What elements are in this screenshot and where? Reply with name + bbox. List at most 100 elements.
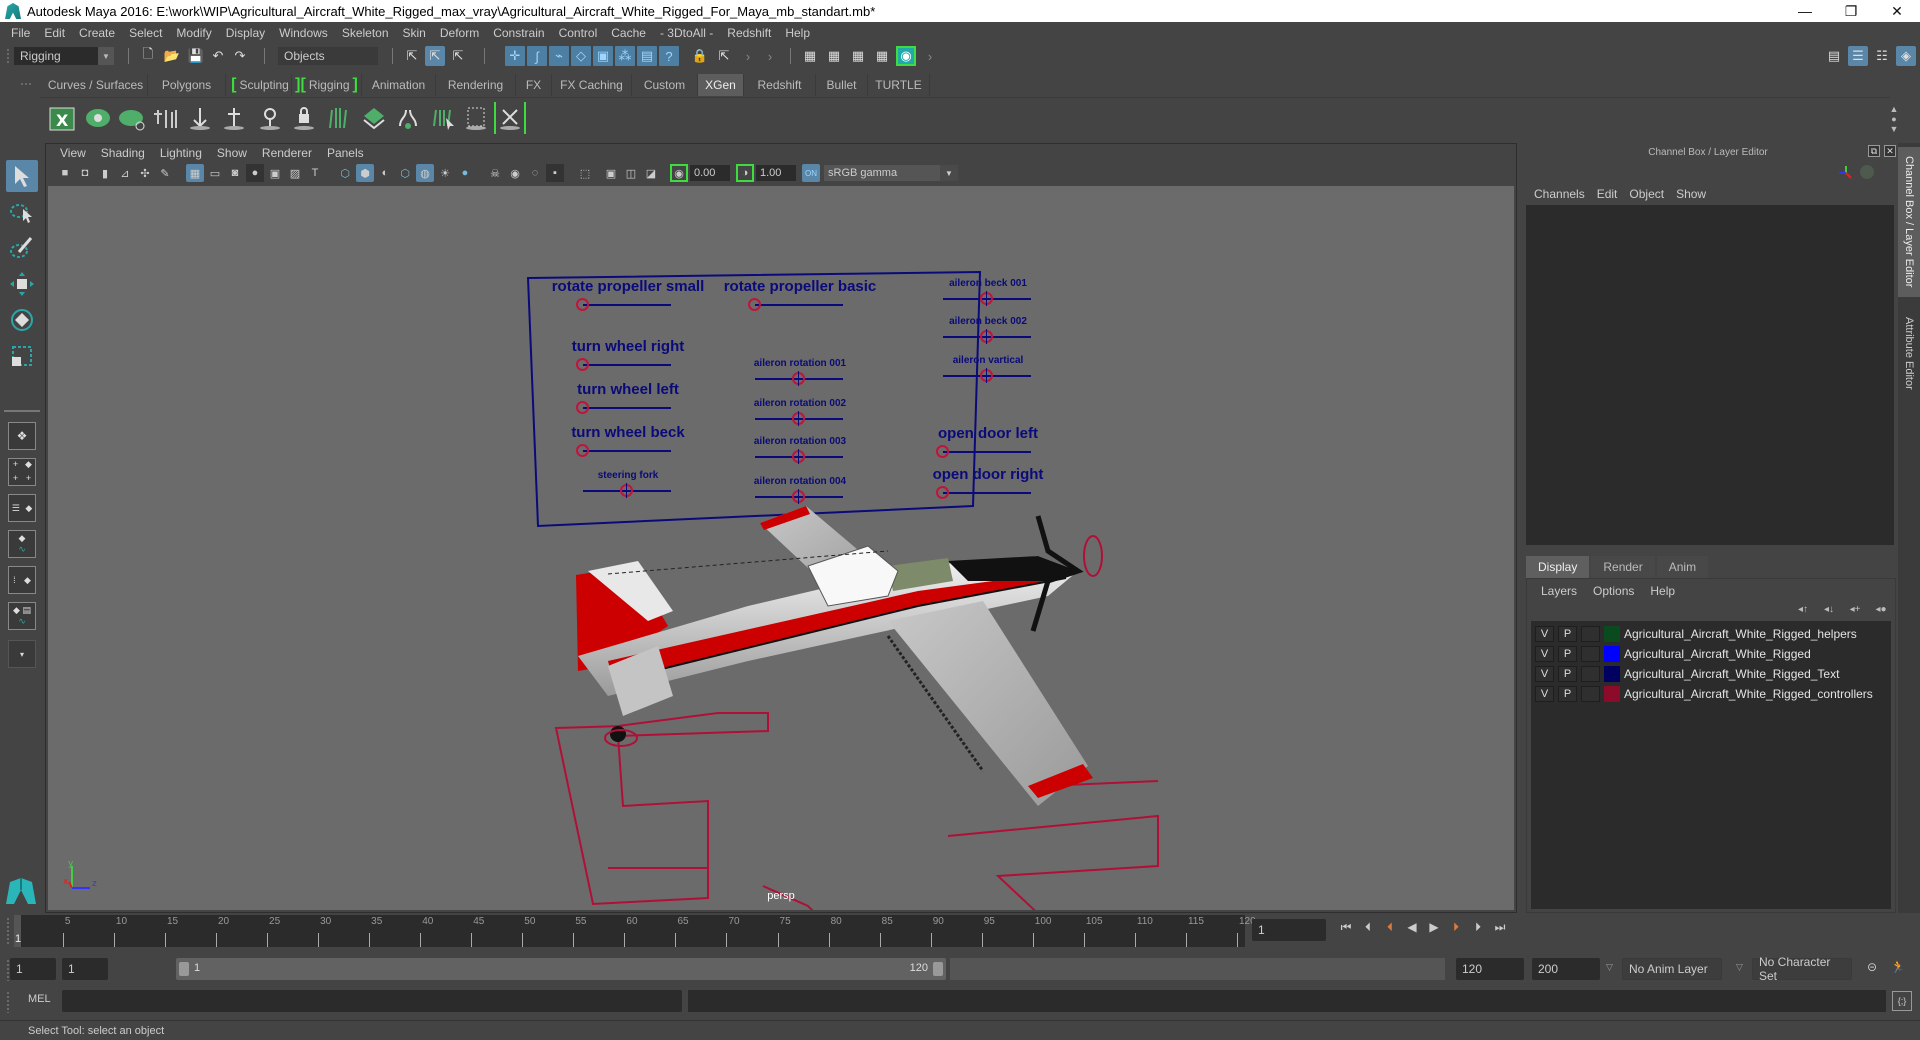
paint-select-tool-icon[interactable] [6,232,38,264]
move-tool-icon[interactable] [6,268,38,300]
layer-color-swatch[interactable] [1604,646,1620,662]
hypershade-icon[interactable]: ◉ [896,46,916,66]
layer-name[interactable]: Agricultural_Aircraft_White_Rigged_contr… [1624,687,1873,701]
film-gate-icon[interactable]: ▭ [206,164,224,182]
snap-vertex-icon[interactable]: ⁂ [615,46,635,66]
xgen-sculpt-guides-icon[interactable] [392,102,424,134]
play-backwards-icon[interactable]: ◀ [1402,917,1422,937]
camera-attributes-icon[interactable]: ◘ [76,164,94,182]
new-scene-icon[interactable]: 🗋 [138,46,158,66]
viewport-menu-lighting[interactable]: Lighting [154,146,211,160]
two-d-pan-zoom-icon[interactable]: ✣ [136,164,154,182]
viewport-menu-panels[interactable]: Panels [321,146,373,160]
xgen-guide-visibility-icon[interactable] [254,102,286,134]
layer-color-swatch[interactable] [1604,686,1620,702]
menuset-dropdown[interactable]: Rigging ▼ [14,47,114,65]
go-to-end-icon[interactable]: ⏭ [1490,917,1510,937]
viewport-menu-renderer[interactable]: Renderer [256,146,321,160]
layer-visibility-toggle[interactable]: V [1535,686,1554,702]
snap-point-icon[interactable]: ⌁ [549,46,569,66]
xgen-guide-bounds-icon[interactable] [460,102,492,134]
safe-title-icon[interactable]: T [306,164,324,182]
time-slider-grip[interactable] [6,917,10,945]
viewport-3d-canvas[interactable]: rotate propeller small turn wheel right tu… [48,186,1514,910]
range-end-handle[interactable] [933,962,943,976]
step-back-frame-icon[interactable]: ⏴ [1358,917,1378,937]
auto-key-icon[interactable]: ⊝ [1862,957,1882,977]
layer-name[interactable]: Agricultural_Aircraft_White_Rigged [1624,647,1811,661]
menu-edit[interactable]: Edit [37,26,72,40]
channel-box-menu-edit[interactable]: Edit [1593,187,1626,201]
step-forward-key-icon[interactable]: ⏵ [1446,917,1466,937]
shadows-icon[interactable]: ● [456,164,474,182]
backface-culling-icon[interactable]: ◪ [642,164,660,182]
safe-action-icon[interactable]: ▨ [286,164,304,182]
shelf-tab-rigging[interactable]: ][Rigging] [292,74,362,96]
manipulator-axis-icon[interactable] [1838,165,1854,181]
xray-joints-icon[interactable]: ▣ [602,164,620,182]
ipr-render-icon[interactable]: ▦ [848,46,868,66]
xgen-create-description-icon[interactable] [82,102,114,134]
motion-blur-icon[interactable]: ◉ [506,164,524,182]
chevron-down-icon[interactable]: ▽ [1606,962,1613,973]
menu-display[interactable]: Display [219,26,272,40]
expand-arrow-icon[interactable]: › [920,46,940,66]
layer-tab-anim[interactable]: Anim [1656,556,1709,578]
wireframe-icon[interactable]: ⬡ [336,164,354,182]
menu-cache[interactable]: Cache [604,26,653,40]
menu-control[interactable]: Control [552,26,605,40]
layer-menu-help[interactable]: Help [1642,584,1683,598]
shelf-tab-rendering[interactable]: Rendering [436,74,516,96]
current-frame-marker[interactable]: 1 [14,915,21,947]
render-sequence-icon[interactable]: ▦ [824,46,844,66]
chevron-down-icon[interactable]: ▽ [1736,962,1743,973]
render-frame-icon[interactable]: ▦ [800,46,820,66]
select-tool-icon[interactable] [6,160,38,192]
expand-arrow-icon[interactable]: › [760,46,780,66]
xgen-select-guides-icon[interactable] [426,102,458,134]
smooth-shade-icon[interactable]: ⬢ [356,164,374,182]
time-slider[interactable]: 1 5 10 15 20 25 30 35 40 45 50 55 60 65 70 75 80 85 90 95 1… [14,915,1256,947]
layer-tab-render[interactable]: Render [1591,556,1655,578]
propeller-controller[interactable] [1083,535,1103,577]
channel-box-menu-object[interactable]: Object [1625,187,1672,201]
script-editor-icon[interactable]: {;} [1892,991,1912,1011]
layer-tab-display[interactable]: Display [1526,556,1590,578]
layer-row[interactable]: V P Agricultural_Aircraft_White_Rigged_h… [1535,625,1857,643]
shelf-tab-curves-surfaces[interactable]: Curves / Surfaces [44,74,148,96]
close-panel-icon[interactable]: ✕ [1884,145,1896,157]
menu-create[interactable]: Create [72,26,122,40]
layer-menu-layers[interactable]: Layers [1533,584,1585,598]
airplane-model[interactable] [48,186,1514,910]
xgen-place-guide-icon[interactable] [184,102,216,134]
screen-space-ao-icon[interactable]: ☠ [486,164,504,182]
scale-tool-icon[interactable] [6,340,38,372]
character-set-dropdown[interactable]: No Character Set [1752,955,1852,983]
redo-icon[interactable]: ↷ [230,46,250,66]
persp-outliner-graph-layout-icon[interactable]: ◆ ▤ ∿ [8,602,36,630]
depth-of-field-icon[interactable]: ▪ [546,164,564,182]
layer-visibility-toggle[interactable]: V [1535,626,1554,642]
playback-end-field[interactable]: 120 [1456,958,1524,980]
layer-name[interactable]: Agricultural_Aircraft_White_Rigged_Text [1624,667,1839,681]
xgen-add-guide-plus-icon[interactable] [218,102,250,134]
gamma-icon[interactable]: ◑ [736,164,754,182]
viewport-menu-show[interactable]: Show [211,146,256,160]
side-tab-channel-box[interactable]: Channel Box / Layer Editor [1898,147,1920,297]
step-forward-frame-icon[interactable]: ⏵ [1468,917,1488,937]
restore-button[interactable]: ❐ [1828,0,1874,22]
open-scene-icon[interactable]: 📂 [162,46,182,66]
range-start-field[interactable]: 1 [10,958,56,980]
menu-redshift[interactable]: Redshift [720,26,778,40]
layer-color-swatch[interactable] [1604,666,1620,682]
view-transform-dropdown[interactable]: sRGB gamma ▼ [824,165,958,181]
layer-playback-toggle[interactable]: P [1558,626,1577,642]
channel-box-menu-show[interactable]: Show [1672,187,1714,201]
shelf-tab-fx-caching[interactable]: FX Caching [552,74,632,96]
snap-live-icon[interactable]: ▣ [593,46,613,66]
layer-display-type-toggle[interactable] [1581,626,1600,642]
new-empty-layer-icon[interactable]: ◂+ [1847,603,1863,615]
select-object-icon[interactable]: ⇱ [425,46,445,66]
layer-visibility-toggle[interactable]: V [1535,646,1554,662]
render-settings-icon[interactable]: ▦ [872,46,892,66]
